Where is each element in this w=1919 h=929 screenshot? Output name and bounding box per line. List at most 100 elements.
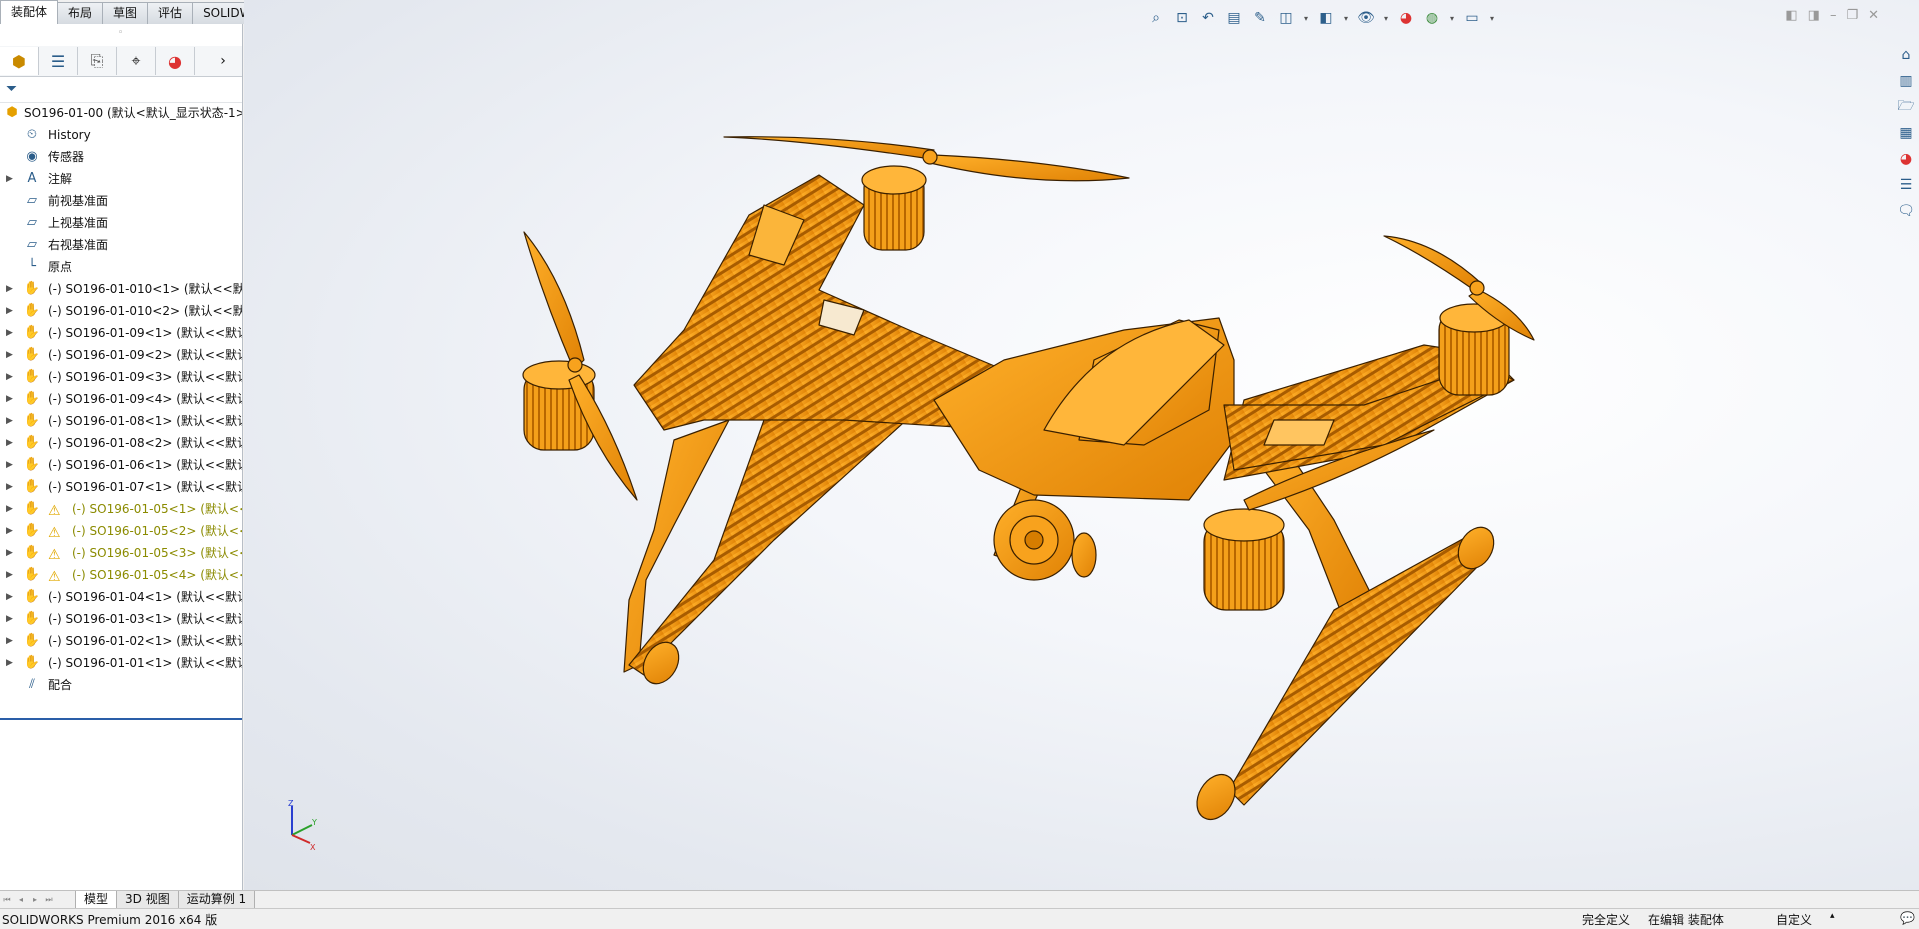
command-tab[interactable]: 布局 bbox=[57, 2, 104, 24]
expand-arrow-icon[interactable]: ▶ bbox=[6, 564, 13, 586]
bottom-tab[interactable]: 模型 bbox=[75, 891, 118, 909]
tree-component[interactable]: ▶ ✋ (-) SO196-01-09<4> (默认<<默认 bbox=[0, 388, 242, 410]
expand-arrow-icon[interactable]: ▶ bbox=[6, 388, 13, 410]
tree-mates[interactable]: ⫽ 配合 bbox=[0, 674, 242, 696]
command-tab[interactable]: 装配体 bbox=[0, 0, 59, 24]
tree-item-label: 前视基准面 bbox=[48, 194, 109, 208]
tree-item[interactable]: ⏲ History bbox=[0, 124, 242, 146]
expand-arrow-icon[interactable]: ▶ bbox=[6, 498, 13, 520]
tree-component[interactable]: ▶ ✋ (-) SO196-01-09<3> (默认<<默认 bbox=[0, 366, 242, 388]
tree-item[interactable]: ▱ 上视基准面 bbox=[0, 212, 242, 234]
component-label: (-) SO196-01-04<1> (默认<<默认 bbox=[48, 590, 242, 604]
tree-component[interactable]: ▶ ✋ (-) SO196-01-03<1> (默认<<默认 bbox=[0, 608, 242, 630]
annotation-icon: A bbox=[27, 171, 37, 186]
tree-component[interactable]: ▶ ✋ (-) SO196-01-07<1> (默认<<默认 bbox=[0, 476, 242, 498]
forum-icon[interactable]: 🗨 bbox=[1895, 200, 1917, 222]
tree-component[interactable]: ▶ ✋ (-) SO196-01-010<1> (默认<<默认 bbox=[0, 278, 242, 300]
part-icon: ✋ bbox=[23, 655, 41, 670]
part-icon: ✋ bbox=[23, 413, 41, 428]
design-library-icon[interactable]: ▥ bbox=[1895, 70, 1917, 92]
expand-arrow-icon[interactable]: ▶ bbox=[6, 168, 13, 190]
tree-component[interactable]: ▶ ✋ (-) SO196-01-06<1> (默认<<默认 bbox=[0, 454, 242, 476]
expand-arrow-icon[interactable]: ▶ bbox=[6, 344, 13, 366]
chevron-right-icon[interactable]: › bbox=[204, 47, 242, 75]
tree-item[interactable]: ▱ 右视基准面 bbox=[0, 234, 242, 256]
tree-item[interactable]: ▶ A 注解 bbox=[0, 168, 242, 190]
tree-item[interactable]: ▱ 前视基准面 bbox=[0, 190, 242, 212]
unit-dropdown-icon[interactable]: ▴ bbox=[1830, 911, 1835, 921]
expand-arrow-icon[interactable]: ▶ bbox=[6, 608, 13, 630]
display-manager-tab-icon[interactable]: ◕ bbox=[156, 47, 195, 75]
expand-arrow-icon[interactable]: ▶ bbox=[6, 300, 13, 322]
view-palette-icon[interactable]: ▦ bbox=[1895, 122, 1917, 144]
command-tab[interactable]: 草图 bbox=[102, 2, 149, 24]
expand-arrow-icon[interactable]: ▶ bbox=[6, 586, 13, 608]
configurationmanager-tab-icon[interactable]: ⎘ bbox=[78, 47, 117, 75]
tree-component[interactable]: ▶ ✋ (-) SO196-01-08<2> (默认<<默认 bbox=[0, 432, 242, 454]
help-bubble-icon[interactable]: 💬 bbox=[1900, 911, 1915, 925]
expand-arrow-icon[interactable]: ▶ bbox=[6, 366, 13, 388]
tree-item-label: 右视基准面 bbox=[48, 238, 109, 252]
tree-component[interactable]: ▶ ✋ (-) SO196-01-09<2> (默认<<默认 bbox=[0, 344, 242, 366]
assembly-icon: ⬢ bbox=[6, 105, 18, 120]
propertymanager-tab-icon[interactable]: ☰ bbox=[39, 47, 78, 75]
expand-arrow-icon[interactable]: ▶ bbox=[6, 432, 13, 454]
solidworks-resources-icon[interactable]: ⌂ bbox=[1895, 44, 1917, 66]
expand-arrow-icon[interactable]: ▶ bbox=[6, 630, 13, 652]
expand-arrow-icon[interactable]: ▶ bbox=[6, 454, 13, 476]
tree-component[interactable]: ▶ ✋ (-) SO196-01-04<1> (默认<<默认 bbox=[0, 586, 242, 608]
custom-properties-icon[interactable]: ☰ bbox=[1895, 174, 1917, 196]
prev-tab-icon[interactable]: ◂ bbox=[14, 893, 28, 907]
tree-filter[interactable]: ⏷ bbox=[0, 78, 242, 103]
panel-grip-icon[interactable]: ◦ bbox=[118, 28, 123, 38]
part-icon: ✋ bbox=[23, 479, 41, 494]
filter-icon[interactable]: ⏷ bbox=[6, 81, 17, 97]
tree-component[interactable]: ▶ ✋ ⚠ (-) SO196-01-05<3> (默认<< bbox=[0, 542, 242, 564]
part-icon: ✋ bbox=[23, 347, 41, 362]
part-icon: ✋ bbox=[23, 633, 41, 648]
first-tab-icon[interactable]: ⏮ bbox=[0, 893, 14, 907]
component-label: (-) SO196-01-08<2> (默认<<默认 bbox=[48, 436, 242, 450]
expand-arrow-icon[interactable]: ▶ bbox=[6, 542, 13, 564]
tree-item[interactable]: └ 原点 bbox=[0, 256, 242, 278]
part-icon: ✋ bbox=[23, 391, 41, 406]
tree-component[interactable]: ▶ ✋ (-) SO196-01-08<1> (默认<<默认 bbox=[0, 410, 242, 432]
bottom-tab[interactable]: 3D 视图 bbox=[116, 891, 179, 909]
tree-item-label: History bbox=[48, 128, 91, 142]
last-tab-icon[interactable]: ⏭ bbox=[42, 893, 56, 907]
component-label: (-) SO196-01-01<1> (默认<<默认 bbox=[48, 656, 242, 670]
component-label: (-) SO196-01-010<2> (默认<<默认 bbox=[48, 304, 242, 318]
expand-arrow-icon[interactable]: ▶ bbox=[6, 520, 13, 542]
graphics-area[interactable]: ⌕ ⊡ ↶ ▤ ✎ ◫ ▾ ◧ ▾ 👁 ▾ ◕ ◍ ▾ ▭ ▾ ◧ ◨ – ❐ … bbox=[244, 0, 1919, 890]
expand-arrow-icon[interactable]: ▶ bbox=[6, 278, 13, 300]
tree-component[interactable]: ▶ ✋ (-) SO196-01-02<1> (默认<<默认 bbox=[0, 630, 242, 652]
tree-root-assembly[interactable]: ⬢ SO196-01-00 (默认<默认_显示状态-1> bbox=[0, 102, 242, 124]
component-label: (-) SO196-01-05<4> (默认<< bbox=[72, 568, 242, 582]
warning-icon: ⚠ bbox=[48, 503, 61, 519]
expand-arrow-icon[interactable]: ▶ bbox=[6, 322, 13, 344]
appearances-icon[interactable]: ◕ bbox=[1895, 148, 1917, 170]
tree-component[interactable]: ▶ ✋ ⚠ (-) SO196-01-05<1> (默认<< bbox=[0, 498, 242, 520]
featuremanager-tab-icon[interactable]: ⬢ bbox=[0, 47, 39, 75]
tree-component[interactable]: ▶ ✋ (-) SO196-01-010<2> (默认<<默认 bbox=[0, 300, 242, 322]
next-tab-icon[interactable]: ▸ bbox=[28, 893, 42, 907]
tree-item[interactable]: ◉ 传感器 bbox=[0, 146, 242, 168]
tree-root-label: SO196-01-00 (默认<默认_显示状态-1> bbox=[24, 106, 242, 120]
rollback-bar[interactable] bbox=[0, 718, 242, 720]
dimxpert-tab-icon[interactable]: ⌖ bbox=[117, 47, 156, 75]
file-explorer-icon[interactable]: 🗁 bbox=[1895, 96, 1917, 118]
part-icon: ✋ bbox=[23, 281, 41, 296]
bottom-tab[interactable]: 运动算例 1 bbox=[177, 891, 256, 909]
unit-system[interactable]: 自定义 bbox=[1776, 911, 1812, 928]
command-tab[interactable]: 评估 bbox=[147, 2, 194, 24]
tree-component[interactable]: ▶ ✋ ⚠ (-) SO196-01-05<2> (默认<< bbox=[0, 520, 242, 542]
expand-arrow-icon[interactable]: ▶ bbox=[6, 410, 13, 432]
drone-model[interactable] bbox=[244, 0, 1919, 890]
reference-triad: Z Y X bbox=[288, 800, 317, 850]
expand-arrow-icon[interactable]: ▶ bbox=[6, 476, 13, 498]
tree-component[interactable]: ▶ ✋ ⚠ (-) SO196-01-05<4> (默认<< bbox=[0, 564, 242, 586]
tree-component[interactable]: ▶ ✋ (-) SO196-01-01<1> (默认<<默认 bbox=[0, 652, 242, 674]
tree-component[interactable]: ▶ ✋ (-) SO196-01-09<1> (默认<<默认 bbox=[0, 322, 242, 344]
expand-arrow-icon[interactable]: ▶ bbox=[6, 652, 13, 674]
plane-icon: ▱ bbox=[27, 215, 37, 230]
